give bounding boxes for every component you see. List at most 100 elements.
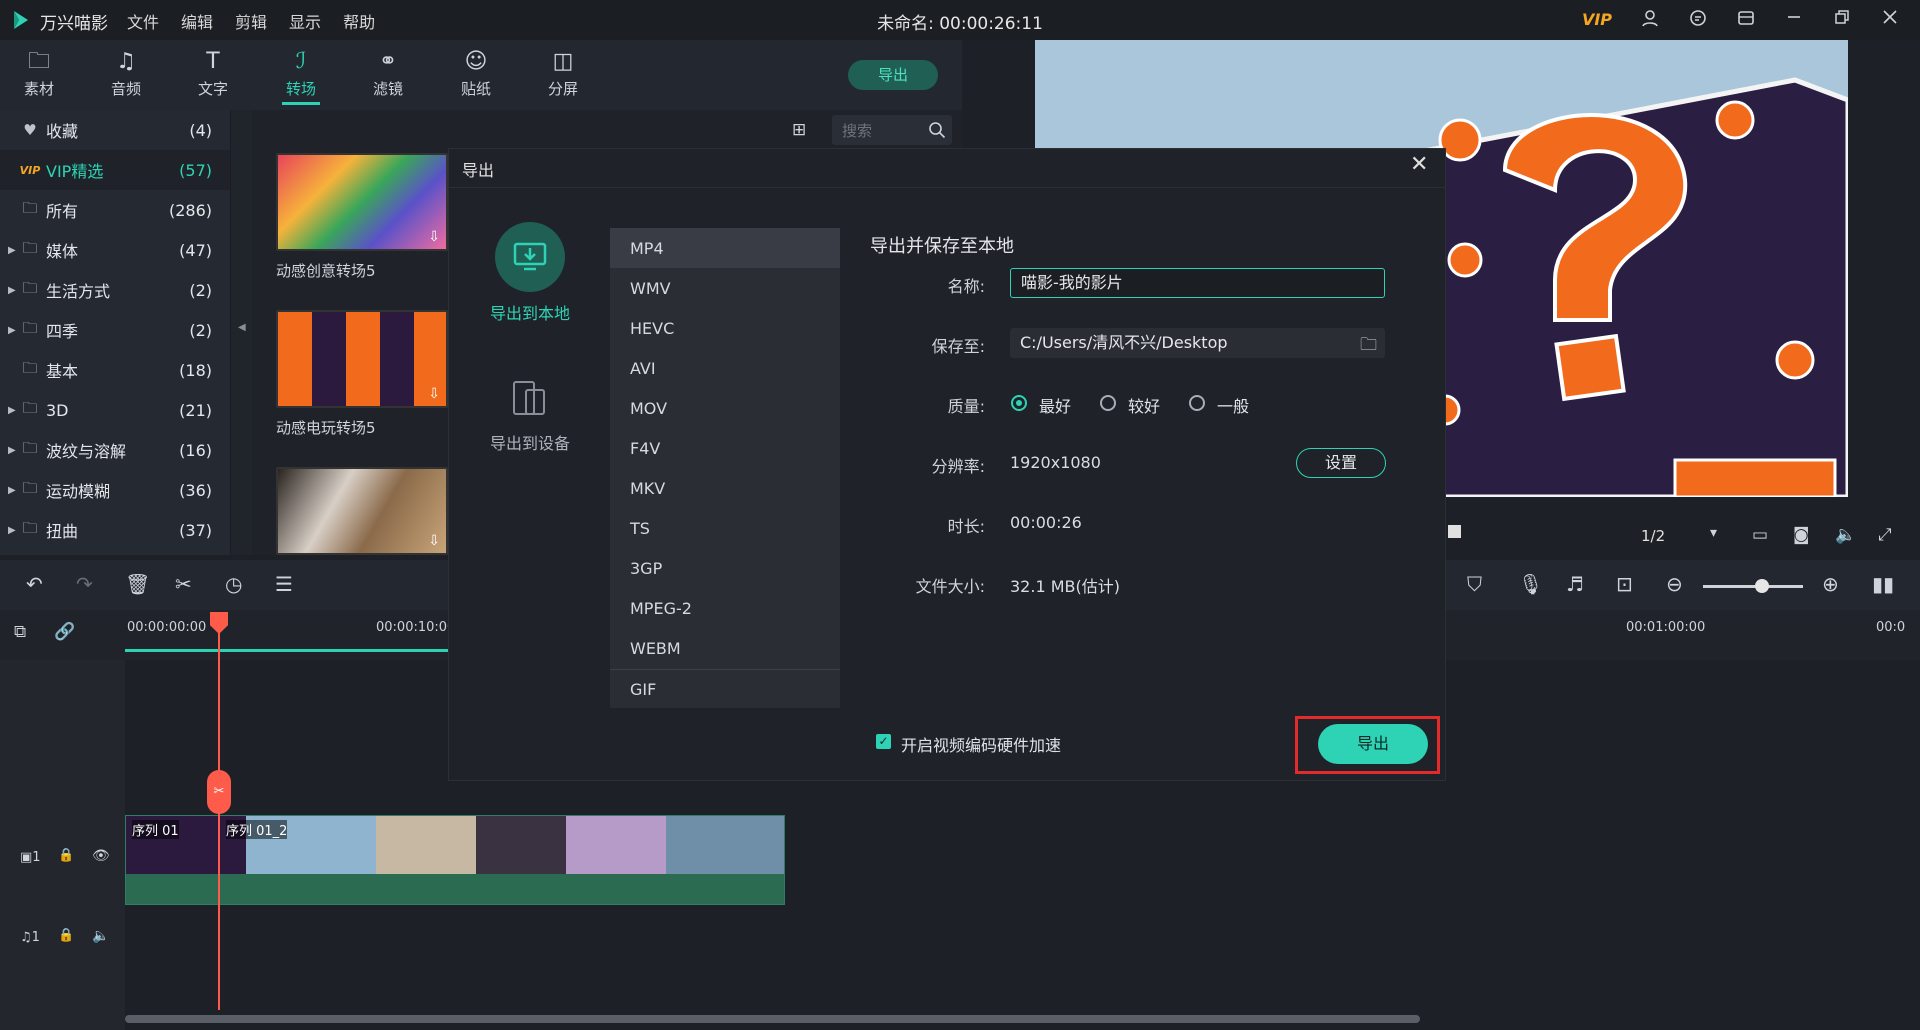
transition-thumb-3[interactable]: ⇩ [276, 467, 448, 555]
zoom-out-icon[interactable]: ⊖ [1666, 572, 1683, 596]
adjust-icon[interactable]: ☰ [275, 572, 293, 596]
page-indicator[interactable]: 1/2 [1641, 527, 1665, 545]
fit-timeline-icon[interactable]: ⊡ [1616, 572, 1633, 596]
chevron-down-icon[interactable]: ▾ [1710, 525, 1717, 541]
expand-arrow-icon[interactable]: ▶ [0, 525, 16, 536]
format-wmv[interactable]: WMV [630, 279, 671, 298]
timeline-scrollbar[interactable] [125, 1015, 1420, 1023]
close-icon[interactable]: ✕ [1410, 152, 1428, 177]
lock-icon[interactable]: 🔒 [58, 848, 74, 863]
volume-icon[interactable]: 🔈 [1835, 525, 1856, 545]
format-webm[interactable]: WEBM [630, 639, 681, 658]
sidebar-splitter[interactable]: ◀ [230, 110, 252, 555]
add-track-icon[interactable]: ⧉ [14, 622, 26, 642]
zoom-slider-handle[interactable] [1755, 579, 1769, 593]
transition-thumb-2[interactable]: ⇩ [276, 310, 448, 408]
collapse-arrow-icon[interactable]: ◀ [238, 322, 246, 333]
zoom-slider[interactable] [1703, 585, 1803, 588]
minimize-icon[interactable] [1784, 9, 1804, 29]
delete-icon[interactable]: 🗑 [125, 572, 150, 596]
tab-audio[interactable]: ♫ 音频 [91, 46, 161, 99]
cut-icon[interactable]: ✂ [175, 572, 192, 596]
vip-badge[interactable]: VIP [1582, 10, 1612, 29]
marker-icon[interactable]: ⛉ [1467, 572, 1482, 596]
quality-best-label[interactable]: 最好 [1039, 393, 1071, 417]
format-gif[interactable]: GIF [630, 680, 656, 699]
microphone-icon[interactable]: 🎙 [1518, 572, 1543, 596]
expand-arrow-icon[interactable]: ▶ [0, 405, 16, 416]
transition-thumb-1[interactable]: ⇩ [276, 153, 448, 251]
zoom-in-icon[interactable]: ⊕ [1822, 572, 1839, 596]
speaker-icon[interactable]: 🔈 [92, 928, 109, 944]
destination-device[interactable]: 导出到设备 [470, 378, 590, 454]
hw-accel-checkbox[interactable]: ✓ [876, 734, 891, 749]
tab-split-screen[interactable]: ◫ 分屏 [528, 46, 598, 99]
sidebar-item-basic[interactable]: 🗀 基本 (18) [0, 350, 230, 390]
format-mov[interactable]: MOV [630, 399, 667, 418]
format-ts[interactable]: TS [630, 519, 650, 538]
format-3gp[interactable]: 3GP [630, 559, 662, 578]
feedback-icon[interactable] [1688, 9, 1708, 29]
sidebar-item-motion-blur[interactable]: ▶ 🗀 运动模糊 (36) [0, 470, 230, 510]
quality-better-label[interactable]: 较好 [1128, 393, 1160, 417]
hw-accel-label[interactable]: 开启视频编码硬件加速 [901, 732, 1061, 756]
lock-icon[interactable]: 🔒 [58, 928, 74, 943]
grid-view-icon[interactable]: ⊞ [792, 120, 806, 140]
format-f4v[interactable]: F4V [630, 439, 660, 458]
expand-arrow-icon[interactable]: ▶ [0, 485, 16, 496]
expand-arrow-icon[interactable]: ▶ [0, 285, 16, 296]
expand-arrow-icon[interactable]: ▶ [0, 325, 16, 336]
split-scissors-icon[interactable]: ✂ [207, 770, 231, 814]
sidebar-item-lifestyle[interactable]: ▶ 🗀 生活方式 (2) [0, 270, 230, 310]
sidebar-item-distort[interactable]: ▶ 🗀 扭曲 (37) [0, 510, 230, 550]
quality-normal-radio[interactable] [1189, 395, 1205, 411]
close-window-icon[interactable] [1880, 9, 1900, 29]
sidebar-item-seasons[interactable]: ▶ 🗀 四季 (2) [0, 310, 230, 350]
tab-media[interactable]: 🗀 素材 [4, 46, 74, 99]
search-box[interactable]: 搜索 [832, 115, 952, 145]
speed-icon[interactable]: ◷ [225, 572, 242, 596]
expand-arrow-icon[interactable]: ▶ [0, 245, 16, 256]
account-icon[interactable] [1640, 9, 1660, 29]
track-panel-icon[interactable]: ▮▮ [1872, 572, 1894, 596]
store-icon[interactable] [1736, 9, 1756, 29]
camera-icon[interactable]: ◙ [1793, 525, 1810, 545]
quality-better-radio[interactable] [1100, 395, 1116, 411]
format-avi[interactable]: AVI [630, 359, 656, 378]
redo-icon[interactable]: ↷ [76, 572, 93, 596]
work-area-bar[interactable] [125, 649, 450, 652]
sidebar-item-favorites[interactable]: ♥ 收藏 (4) [0, 110, 230, 150]
restore-icon[interactable] [1832, 9, 1852, 29]
quality-best-radio[interactable] [1011, 395, 1027, 411]
undo-icon[interactable]: ↶ [26, 572, 43, 596]
eye-icon[interactable]: 👁 [92, 848, 110, 864]
filename-input[interactable]: 喵影-我的影片 [1010, 268, 1385, 298]
destination-local[interactable]: 导出到本地 [470, 222, 590, 324]
link-icon[interactable]: 🔗 [54, 622, 75, 642]
format-mpeg2[interactable]: MPEG-2 [630, 599, 692, 618]
sidebar-item-ripple[interactable]: ▶ 🗀 波纹与溶解 (16) [0, 430, 230, 470]
fullscreen-icon[interactable]: ⤢ [1878, 525, 1892, 545]
export-button[interactable]: 导出 [1318, 724, 1428, 764]
sidebar-item-all[interactable]: 🗀 所有 (286) [0, 190, 230, 230]
download-icon[interactable]: ⇩ [428, 386, 440, 402]
tab-filters[interactable]: ⚭ 滤镜 [353, 46, 423, 99]
search-icon[interactable] [928, 121, 946, 139]
format-mp4[interactable]: MP4 [630, 239, 664, 258]
format-hevc[interactable]: HEVC [630, 319, 674, 338]
audio-mixer-icon[interactable]: ♬ [1566, 572, 1584, 596]
search-input[interactable]: 搜索 [842, 120, 872, 141]
tab-transitions[interactable]: ℐ 转场 [266, 46, 336, 105]
top-export-button[interactable]: 导出 [848, 60, 938, 90]
tab-text[interactable]: T 文字 [178, 46, 248, 99]
quality-normal-label[interactable]: 一般 [1217, 393, 1249, 417]
download-icon[interactable]: ⇩ [428, 533, 440, 549]
video-clip[interactable]: 序列 01 序列 01_2 [125, 815, 785, 905]
download-icon[interactable]: ⇩ [428, 229, 440, 245]
sidebar-item-vip[interactable]: VIP VIP精选 (57) [0, 150, 230, 190]
settings-button[interactable]: 设置 [1296, 448, 1386, 478]
browse-folder-icon[interactable]: 🗀 [1360, 332, 1377, 361]
expand-arrow-icon[interactable]: ▶ [0, 445, 16, 456]
sidebar-item-media[interactable]: ▶ 🗀 媒体 (47) [0, 230, 230, 270]
sidebar-item-3d[interactable]: ▶ 🗀 3D (21) [0, 390, 230, 430]
